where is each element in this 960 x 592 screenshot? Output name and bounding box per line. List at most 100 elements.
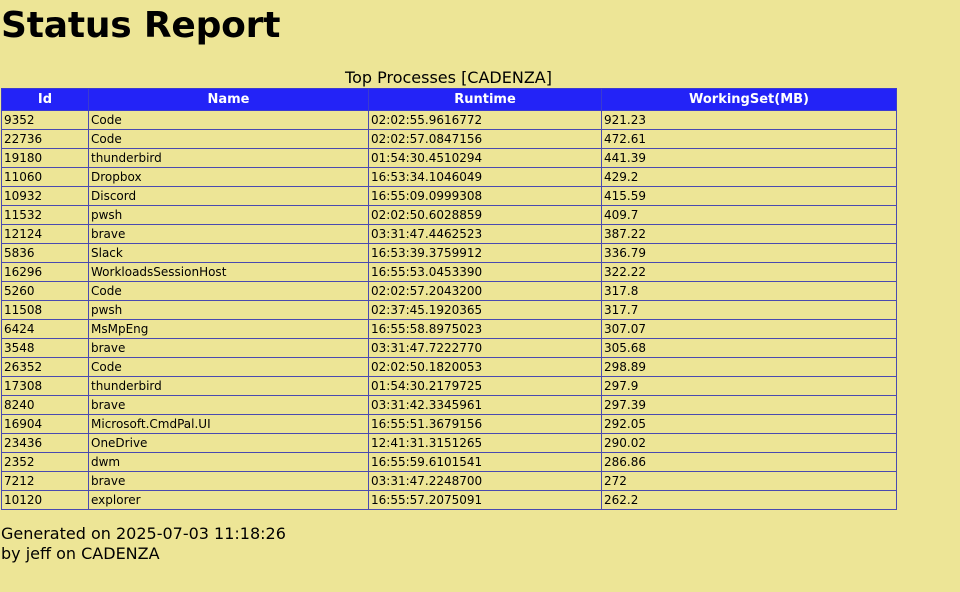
cell-id: 9352 <box>1 110 89 130</box>
cell-workingset: 305.68 <box>601 338 897 358</box>
table-row: 6424 MsMpEng 16:55:58.8975023 307.07 <box>1 319 897 339</box>
cell-name: Discord <box>88 186 369 206</box>
cell-workingset: 272 <box>601 471 897 491</box>
cell-workingset: 336.79 <box>601 243 897 263</box>
cell-runtime: 03:31:47.2248700 <box>368 471 602 491</box>
cell-workingset: 297.9 <box>601 376 897 396</box>
table-row: 19180 thunderbird 01:54:30.4510294 441.39 <box>1 148 897 168</box>
cell-id: 16296 <box>1 262 89 282</box>
cell-runtime: 16:55:57.2075091 <box>368 490 602 510</box>
cell-workingset: 317.7 <box>601 300 897 320</box>
table-row: 11532 pwsh 02:02:50.6028859 409.7 <box>1 205 897 225</box>
cell-runtime: 03:31:42.3345961 <box>368 395 602 415</box>
table-row: 11508 pwsh 02:37:45.1920365 317.7 <box>1 300 897 320</box>
cell-name: WorkloadsSessionHost <box>88 262 369 282</box>
cell-name: brave <box>88 224 369 244</box>
table-row: 2352 dwm 16:55:59.6101541 286.86 <box>1 452 897 472</box>
cell-name: Code <box>88 129 369 149</box>
cell-name: thunderbird <box>88 148 369 168</box>
cell-name: Code <box>88 357 369 377</box>
cell-id: 11508 <box>1 300 89 320</box>
table-row: 23436 OneDrive 12:41:31.3151265 290.02 <box>1 433 897 453</box>
cell-name: thunderbird <box>88 376 369 396</box>
table-row: 10120 explorer 16:55:57.2075091 262.2 <box>1 490 897 510</box>
cell-id: 26352 <box>1 357 89 377</box>
page-title: Status Report <box>1 5 281 46</box>
cell-runtime: 02:02:57.2043200 <box>368 281 602 301</box>
cell-id: 10932 <box>1 186 89 206</box>
cell-runtime: 02:37:45.1920365 <box>368 300 602 320</box>
cell-name: brave <box>88 471 369 491</box>
cell-runtime: 16:55:58.8975023 <box>368 319 602 339</box>
cell-id: 17308 <box>1 376 89 396</box>
table-row: 10932 Discord 16:55:09.0999308 415.59 <box>1 186 897 206</box>
cell-id: 22736 <box>1 129 89 149</box>
cell-workingset: 317.8 <box>601 281 897 301</box>
cell-runtime: 03:31:47.4462523 <box>368 224 602 244</box>
cell-workingset: 472.61 <box>601 129 897 149</box>
table-caption: Top Processes [CADENZA] <box>345 68 552 87</box>
cell-id: 11060 <box>1 167 89 187</box>
generated-by: by jeff on CADENZA <box>1 544 160 563</box>
cell-id: 10120 <box>1 490 89 510</box>
cell-runtime: 03:31:47.7222770 <box>368 338 602 358</box>
cell-name: brave <box>88 338 369 358</box>
cell-name: explorer <box>88 490 369 510</box>
cell-name: pwsh <box>88 300 369 320</box>
cell-name: MsMpEng <box>88 319 369 339</box>
cell-id: 6424 <box>1 319 89 339</box>
cell-runtime: 02:02:50.1820053 <box>368 357 602 377</box>
table-row: 9352 Code 02:02:55.9616772 921.23 <box>1 110 897 130</box>
table-row: 22736 Code 02:02:57.0847156 472.61 <box>1 129 897 149</box>
cell-name: dwm <box>88 452 369 472</box>
cell-id: 5836 <box>1 243 89 263</box>
table-row: 7212 brave 03:31:47.2248700 272 <box>1 471 897 491</box>
cell-workingset: 441.39 <box>601 148 897 168</box>
cell-id: 16904 <box>1 414 89 434</box>
column-header-id: Id <box>1 88 89 111</box>
cell-workingset: 409.7 <box>601 205 897 225</box>
table-row: 16904 Microsoft.CmdPal.UI 16:55:51.3679156… <box>1 414 897 434</box>
cell-name: pwsh <box>88 205 369 225</box>
footer: Generated on 2025-07-03 11:18:26 by jeff… <box>1 524 286 564</box>
cell-workingset: 297.39 <box>601 395 897 415</box>
cell-runtime: 16:55:09.0999308 <box>368 186 602 206</box>
table-row: 12124 brave 03:31:47.4462523 387.22 <box>1 224 897 244</box>
process-table: Id Name Runtime WorkingSet(MB) 9352 Code 0… <box>1 88 897 510</box>
column-header-workingset: WorkingSet(MB) <box>601 88 897 111</box>
cell-runtime: 16:55:59.6101541 <box>368 452 602 472</box>
cell-id: 2352 <box>1 452 89 472</box>
table-row: 17308 thunderbird 01:54:30.2179725 297.9 <box>1 376 897 396</box>
header-row: Id Name Runtime WorkingSet(MB) <box>1 88 897 111</box>
generated-timestamp: Generated on 2025-07-03 11:18:26 <box>1 524 286 543</box>
table-row: 3548 brave 03:31:47.7222770 305.68 <box>1 338 897 358</box>
table-row: 16296 WorkloadsSessionHost 16:55:53.045339… <box>1 262 897 282</box>
cell-runtime: 01:54:30.2179725 <box>368 376 602 396</box>
cell-workingset: 286.86 <box>601 452 897 472</box>
cell-id: 5260 <box>1 281 89 301</box>
cell-runtime: 01:54:30.4510294 <box>368 148 602 168</box>
cell-id: 11532 <box>1 205 89 225</box>
cell-name: OneDrive <box>88 433 369 453</box>
cell-name: Code <box>88 281 369 301</box>
table-row: 8240 brave 03:31:42.3345961 297.39 <box>1 395 897 415</box>
table-row: 26352 Code 02:02:50.1820053 298.89 <box>1 357 897 377</box>
cell-name: Dropbox <box>88 167 369 187</box>
cell-runtime: 02:02:57.0847156 <box>368 129 602 149</box>
table-row: 11060 Dropbox 16:53:34.1046049 429.2 <box>1 167 897 187</box>
cell-id: 23436 <box>1 433 89 453</box>
cell-workingset: 262.2 <box>601 490 897 510</box>
cell-name: Code <box>88 110 369 130</box>
cell-id: 3548 <box>1 338 89 358</box>
cell-workingset: 307.07 <box>601 319 897 339</box>
cell-workingset: 322.22 <box>601 262 897 282</box>
table-row: 5260 Code 02:02:57.2043200 317.8 <box>1 281 897 301</box>
cell-workingset: 387.22 <box>601 224 897 244</box>
cell-runtime: 16:53:34.1046049 <box>368 167 602 187</box>
cell-runtime: 16:55:53.0453390 <box>368 262 602 282</box>
cell-runtime: 02:02:55.9616772 <box>368 110 602 130</box>
cell-workingset: 298.89 <box>601 357 897 377</box>
column-header-name: Name <box>88 88 369 111</box>
table-body: 9352 Code 02:02:55.9616772 921.23 22736 Code 0… <box>1 110 897 510</box>
cell-id: 19180 <box>1 148 89 168</box>
